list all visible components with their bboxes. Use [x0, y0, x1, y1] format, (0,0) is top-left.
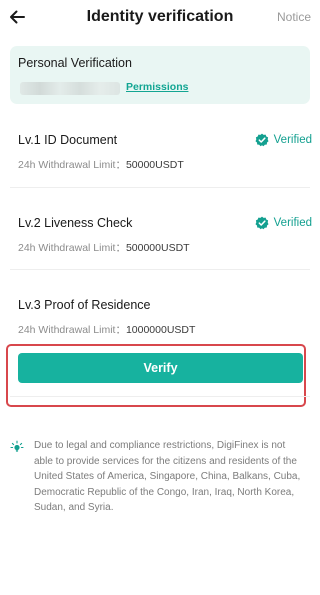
level-1-status: Verified [255, 133, 312, 147]
personal-verification-title: Personal Verification [18, 56, 132, 70]
divider [10, 396, 310, 397]
level-2-limit: 24h Withdrawal Limit：500000USDT [18, 240, 190, 255]
arrow-left-icon [10, 10, 25, 24]
level-3-limit-label: 24h Withdrawal Limit： [18, 324, 126, 336]
header: Identity verification Notice [0, 0, 320, 34]
back-button[interactable] [6, 6, 28, 28]
page-title: Identity verification [86, 8, 234, 25]
level-2-limit-label: 24h Withdrawal Limit： [18, 242, 126, 254]
level-1-limit-value: 50000USDT [125, 159, 184, 171]
divider [10, 187, 310, 188]
level-2-title: Lv.2 Liveness Check [18, 216, 133, 230]
verified-badge-icon [255, 216, 269, 230]
personal-verification-card: Personal Verification Permissions [10, 46, 310, 104]
verified-badge-icon [255, 133, 269, 147]
divider [10, 269, 310, 270]
level-3-limit: 24h Withdrawal Limit：1000000USDT [18, 322, 195, 337]
level-1-limit: 24h Withdrawal Limit：50000USDT [18, 157, 184, 172]
masked-user-name [20, 82, 120, 95]
level-1-status-label: Verified [273, 134, 312, 146]
level-2-status-label: Verified [273, 217, 312, 229]
compliance-disclaimer: Due to legal and compliance restrictions… [34, 440, 301, 513]
verify-button[interactable]: Verify [18, 353, 303, 383]
level-1-title: Lv.1 ID Document [18, 133, 118, 147]
level-3-limit-value: 1000000USDT [125, 324, 196, 336]
bulb-icon [10, 440, 24, 452]
level-2-limit-value: 500000USDT [125, 242, 190, 254]
level-3-title: Lv.3 Proof of Residence [18, 298, 151, 312]
permissions-link[interactable]: Permissions [126, 81, 188, 93]
level-1-limit-label: 24h Withdrawal Limit： [18, 159, 126, 171]
level-2-status: Verified [255, 216, 312, 230]
notice-link[interactable]: Notice [277, 10, 311, 24]
